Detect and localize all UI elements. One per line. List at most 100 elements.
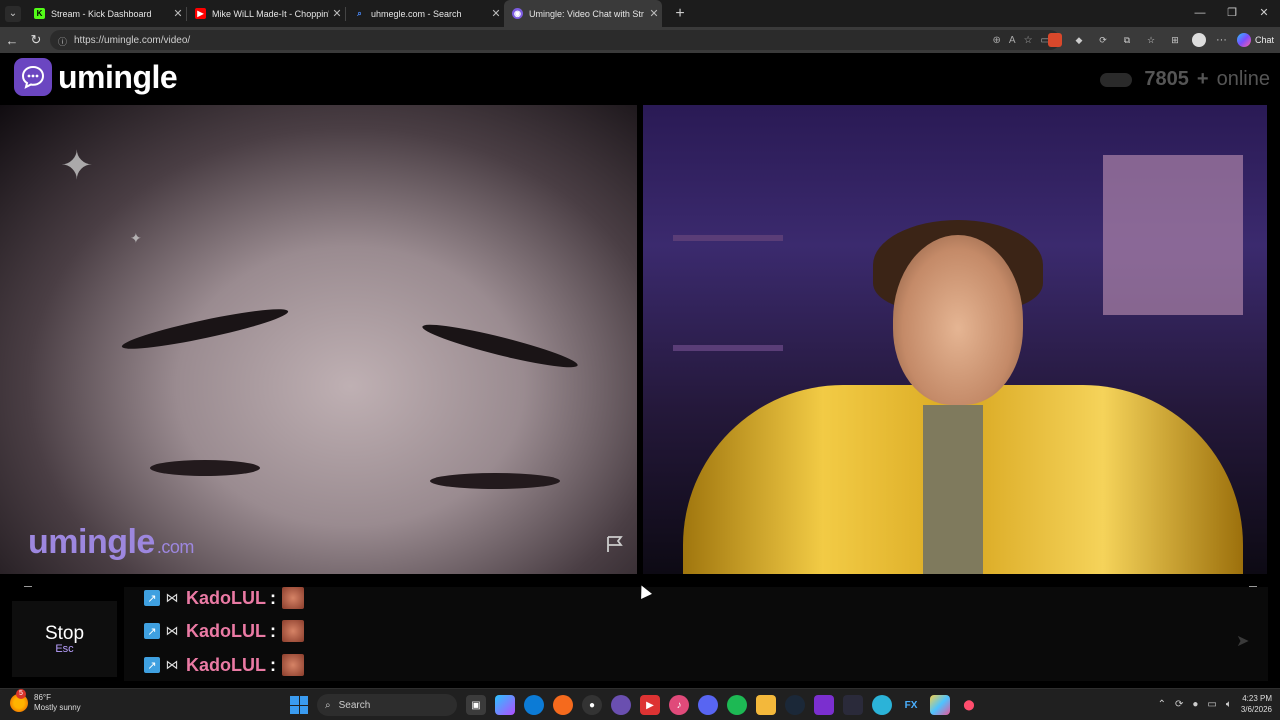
windows-start-icon[interactable] <box>290 696 308 714</box>
close-icon[interactable]: ✕ <box>646 7 662 20</box>
umingle-icon: ◉ <box>512 8 523 19</box>
stop-label: Stop <box>44 623 85 644</box>
info-icon[interactable]: ⓘ <box>58 35 68 47</box>
tab-search[interactable]: ⌕ uhmegle.com - Search ✕ <box>346 0 504 27</box>
address-toolbar: ← ↻ ⓘ https://umingle.com/video/ ⊕ A ☆ ▭… <box>0 27 1280 53</box>
online-count: 7805 <box>1144 68 1189 90</box>
close-icon[interactable]: ✕ <box>329 7 345 20</box>
clock[interactable]: 4:23 PM 3/6/2026 <box>1241 693 1272 715</box>
subscriber-badge-icon: ↗ <box>144 657 160 673</box>
tab-actions-menu[interactable]: ⌄ <box>0 0 26 27</box>
close-icon[interactable]: ✕ <box>170 7 186 20</box>
close-icon[interactable]: ✕ <box>488 7 504 20</box>
discord-icon[interactable] <box>698 695 718 715</box>
video-content <box>673 235 783 241</box>
collapse-left-icon[interactable] <box>24 586 32 587</box>
refresh-icon[interactable]: ↻ <box>24 32 48 48</box>
app-icon[interactable] <box>843 695 863 715</box>
video-editor-icon[interactable] <box>814 695 834 715</box>
file-explorer-icon[interactable] <box>756 695 776 715</box>
streaming-app-icon[interactable]: ▶ <box>640 695 660 715</box>
chevron-up-icon[interactable]: ⌃ <box>1158 699 1166 710</box>
task-view-icon[interactable]: ▣ <box>466 695 486 715</box>
search-placeholder: Search <box>338 699 371 711</box>
extension-icon[interactable] <box>1047 33 1062 47</box>
profile-avatar[interactable] <box>1191 33 1206 47</box>
report-flag-icon[interactable] <box>605 535 625 553</box>
favorites-icon[interactable]: ☆ <box>1144 33 1158 47</box>
window-controls: — ❐ ✕ <box>1184 0 1280 27</box>
tab-label: Mike WiLL Made-It - Choppin' Bla <box>212 8 329 19</box>
umingle-page: umingle 7805 + online ✦ ✦ umingle .com Sto… <box>0 53 1280 688</box>
zoom-icon[interactable]: ⊕ <box>993 35 1001 46</box>
diamond-extension-icon[interactable]: ◆ <box>1072 33 1086 47</box>
more-menu-icon[interactable]: ··· <box>1216 34 1227 46</box>
location-pin-icon[interactable]: ⬤ <box>959 695 979 715</box>
chat-separator: : <box>270 654 276 675</box>
spotify-icon[interactable] <box>727 695 747 715</box>
video-content <box>119 302 291 356</box>
tab-youtube[interactable]: ▶ Mike WiLL Made-It - Choppin' Bla ✕ <box>187 0 345 27</box>
video-content <box>673 345 783 351</box>
video-content <box>1103 155 1243 315</box>
app-icon[interactable] <box>872 695 892 715</box>
microphone-icon[interactable]: ● <box>1192 699 1198 710</box>
copilot-app-icon[interactable] <box>495 695 515 715</box>
logo-text: umingle <box>58 58 178 95</box>
split-screen-icon[interactable]: ⧉ <box>1120 33 1134 47</box>
chat-box[interactable]: ↗ ⋈ KadoLUL : ↗ ⋈ KadoLUL : ↗ ⋈ KadoLUL … <box>124 587 1268 681</box>
steam-icon[interactable] <box>785 695 805 715</box>
sync-icon[interactable]: ⟳ <box>1096 33 1110 47</box>
taskbar-search[interactable]: ⌕ Search <box>317 694 457 716</box>
url-actions: ⊕ A ☆ ▭ <box>993 30 1050 50</box>
chat-username[interactable]: KadoLUL <box>186 621 266 642</box>
favorite-star-icon[interactable]: ☆ <box>1024 35 1033 46</box>
tab-label: Umingle: Video Chat with Str <box>529 8 644 19</box>
firefox-icon[interactable] <box>553 695 573 715</box>
tab-kick-dashboard[interactable]: K Stream - Kick Dashboard ✕ <box>26 0 186 27</box>
tab-label: Stream - Kick Dashboard <box>51 8 152 19</box>
network-icon[interactable]: ▭ <box>1207 699 1216 710</box>
windows-taskbar: 5 86°F Mostly sunny ⌕ Search ▣ ● ▶ ♪ FX … <box>0 688 1280 720</box>
weather-widget[interactable]: 5 86°F Mostly sunny <box>10 689 81 713</box>
tab-umingle[interactable]: ◉ Umingle: Video Chat with Str ✕ <box>504 0 662 27</box>
subscriber-badge-icon: ↗ <box>144 590 160 606</box>
search-icon: ⌕ <box>357 8 362 18</box>
back-arrow-icon[interactable]: ← <box>0 33 24 48</box>
fx-app-icon[interactable]: FX <box>901 695 921 715</box>
obs-icon[interactable]: ● <box>582 695 602 715</box>
site-logo[interactable]: umingle <box>14 58 178 96</box>
taskbar-apps: ⌕ Search ▣ ● ▶ ♪ FX ⬤ <box>290 694 979 716</box>
search-icon: ⌕ <box>325 699 331 711</box>
chat-username[interactable]: KadoLUL <box>186 655 266 676</box>
theme-toggle[interactable] <box>1100 72 1133 87</box>
url-field[interactable]: ⓘ https://umingle.com/video/ ⊕ A ☆ ▭ <box>50 30 1060 50</box>
chat-separator: : <box>270 587 276 608</box>
collections-icon[interactable]: ⊞ <box>1168 33 1182 47</box>
edge-icon[interactable] <box>524 695 544 715</box>
volume-icon[interactable]: 🔈︎ <box>1226 699 1232 710</box>
stop-button[interactable]: Stop Esc <box>12 601 117 677</box>
chat-separator: : <box>270 620 276 641</box>
new-tab-button[interactable]: + <box>668 5 692 23</box>
weather-condition: Mostly sunny <box>34 703 81 712</box>
video-content <box>893 235 1023 405</box>
sync-tray-icon[interactable]: ⟳ <box>1175 699 1183 710</box>
chat-username[interactable]: KadoLUL <box>186 588 266 609</box>
close-window-icon[interactable]: ✕ <box>1248 0 1280 27</box>
app-icon[interactable] <box>930 695 950 715</box>
app-icon[interactable] <box>611 695 631 715</box>
emote-image <box>282 587 304 609</box>
minimize-icon[interactable]: — <box>1184 0 1216 27</box>
read-aloud-icon[interactable]: A <box>1009 35 1016 46</box>
youtube-icon: ▶ <box>195 8 206 19</box>
send-icon[interactable]: ➤ <box>1236 631 1260 651</box>
copilot-icon <box>1236 33 1251 47</box>
restore-icon[interactable]: ❐ <box>1216 0 1248 27</box>
bowtie-badge-icon: ⋈ <box>165 623 179 638</box>
url-text: https://umingle.com/video/ <box>74 34 191 46</box>
sun-icon: 5 <box>10 689 28 712</box>
music-icon[interactable]: ♪ <box>669 695 689 715</box>
copilot-chat-button[interactable]: Chat <box>1236 33 1274 47</box>
chevron-down-icon: ⌄ <box>5 5 21 22</box>
